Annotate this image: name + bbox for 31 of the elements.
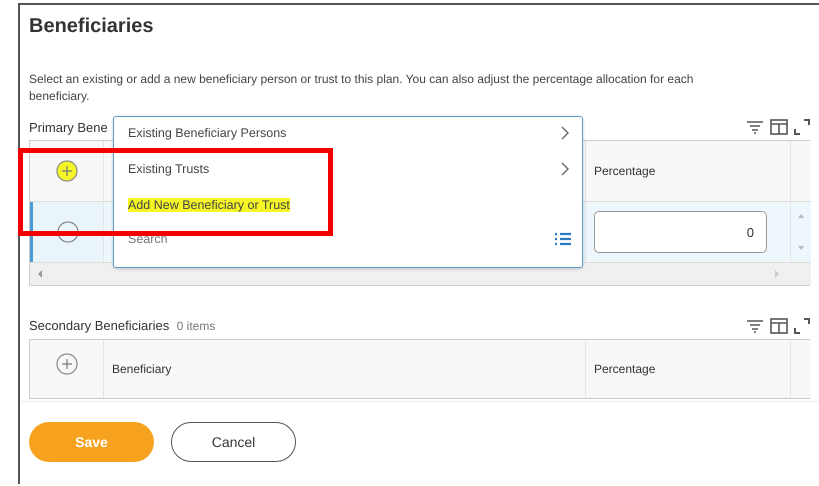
menu-item[interactable]: Existing Beneficiary Persons (114, 119, 582, 147)
cancel-button[interactable]: Cancel (171, 422, 296, 462)
list-icon[interactable] (554, 232, 572, 246)
column-header: Percentage (586, 340, 791, 398)
header-cell (791, 340, 811, 398)
menu-item-label: Existing Trusts (128, 162, 210, 176)
menu-item-label: Existing Beneficiary Persons (128, 126, 286, 140)
columns-icon[interactable] (770, 318, 788, 334)
description-text: Select an existing or add a new beneficiary person or trust to this plan. You can also adjust the percentage allocation for each beneficiary. (29, 71, 694, 105)
menu-item[interactable]: Existing Trusts (114, 155, 582, 183)
item-count: 0 items (176, 319, 216, 333)
filter-icon[interactable] (746, 120, 764, 134)
menu-item-label: Add New Beneficiary or Trust (128, 198, 290, 212)
page-title: Beneficiaries (29, 15, 155, 39)
vertical-scrollbar[interactable] (791, 202, 811, 262)
expand-icon[interactable] (794, 318, 810, 334)
percentage-field[interactable]: 0 (594, 211, 767, 253)
columns-icon[interactable] (770, 119, 788, 135)
section-label: Secondary Beneficiaries (29, 318, 170, 333)
add-icon[interactable] (54, 159, 78, 183)
filter-icon[interactable] (746, 319, 764, 333)
scroll-left-icon[interactable] (36, 269, 44, 279)
section-label: Primary Bene (29, 120, 108, 134)
remove-icon[interactable] (56, 220, 80, 244)
table-row-marker[interactable] (30, 202, 104, 262)
add-icon[interactable] (54, 352, 78, 376)
column-header: Percentage (586, 141, 791, 202)
menu-item[interactable]: Add New Beneficiary or Trust (114, 191, 582, 219)
column-header: Beneficiary (104, 340, 586, 398)
header-cell (791, 141, 811, 202)
expand-icon[interactable] (794, 119, 810, 135)
